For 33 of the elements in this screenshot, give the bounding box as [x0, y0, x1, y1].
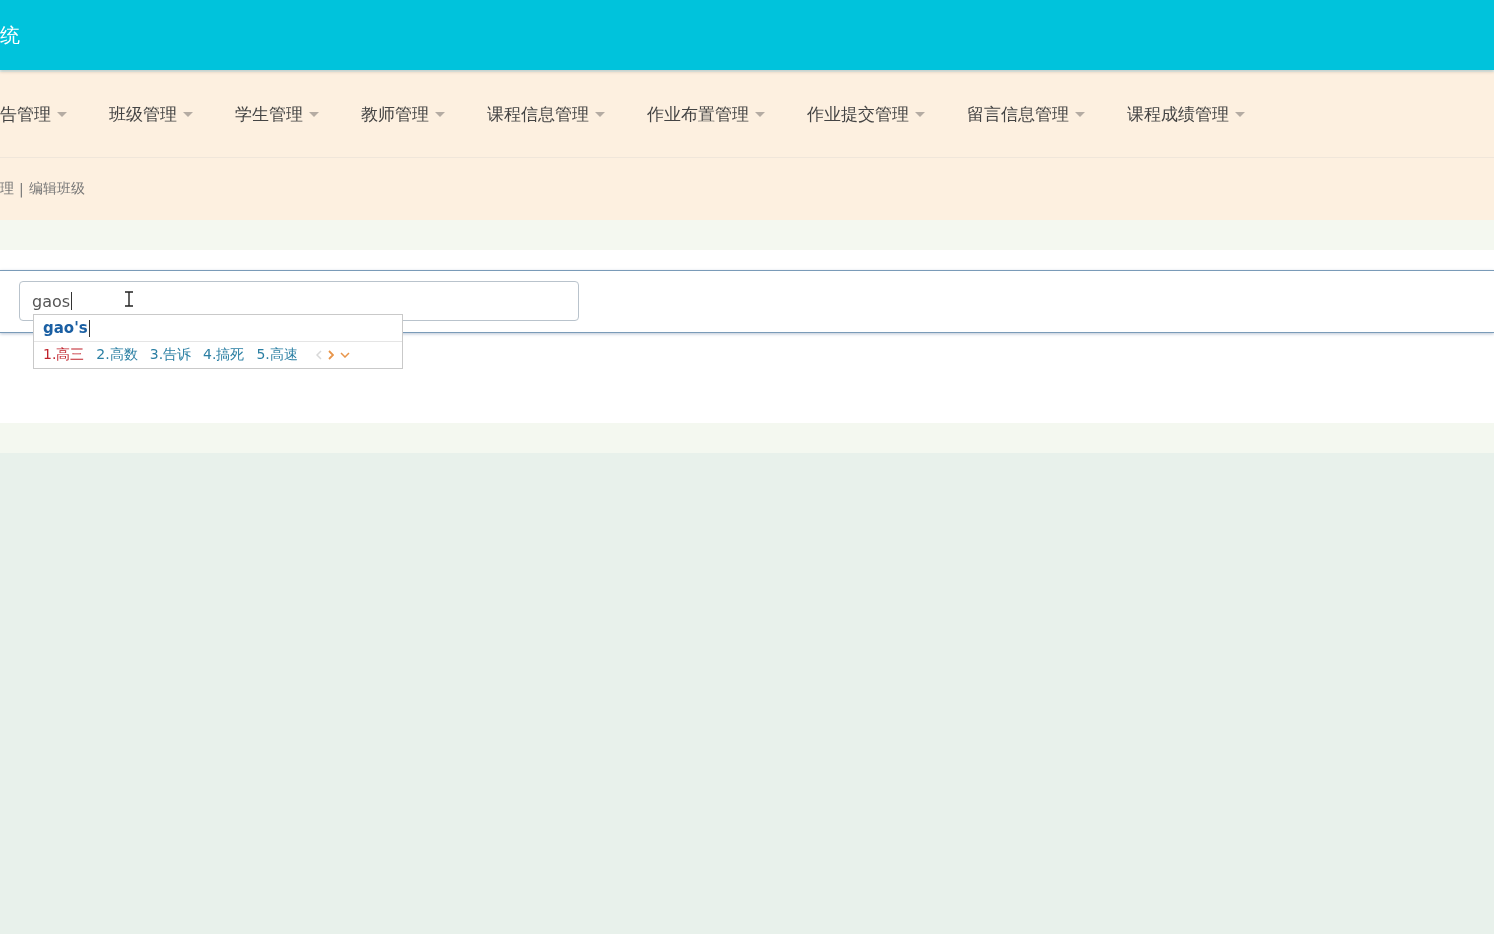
ime-candidate[interactable]: 3.告诉 [149, 346, 192, 364]
field-value: gaos [32, 291, 71, 311]
nav-menu[interactable]: 课程成绩管理 [1127, 103, 1245, 126]
nav-menu[interactable]: 作业布置管理 [647, 103, 765, 126]
caret-icon [755, 111, 765, 118]
nav-menu[interactable]: 学生管理 [235, 103, 319, 126]
caret-icon [1235, 111, 1245, 118]
previous-page-icon[interactable] [315, 350, 322, 360]
ime-candidate[interactable]: 5.高速 [256, 346, 298, 364]
nav-menu[interactable]: 课程信息管理 [487, 103, 605, 126]
caret-icon [1075, 111, 1085, 118]
nav-menu[interactable]: 作业提交管理 [807, 103, 925, 126]
nav-menu[interactable]: 班级管理 [109, 103, 193, 126]
ime-composition: gao's [43, 319, 88, 337]
nav-menu[interactable]: 教师管理 [361, 103, 445, 126]
caret-icon [595, 111, 605, 118]
ime-candidate[interactable]: 1.高三 [43, 346, 85, 364]
next-page-icon[interactable] [327, 350, 334, 360]
caret-icon [915, 111, 925, 118]
breadcrumb-separator: | [19, 181, 24, 197]
expand-icon[interactable] [339, 352, 350, 358]
breadcrumb-item[interactable]: 理 [0, 180, 14, 198]
breadcrumb-item: 编辑班级 [28, 180, 85, 198]
ime-candidate[interactable]: 4.搞死 [203, 346, 245, 364]
nav-menu[interactable]: 告管理 [0, 103, 67, 126]
caret-icon [435, 111, 445, 118]
ime-candidate[interactable]: 2.高数 [96, 346, 138, 364]
caret-icon [183, 111, 193, 118]
text-cursor-icon [124, 291, 134, 307]
caret-icon [57, 111, 67, 118]
caret-icon [309, 111, 319, 118]
app-title: 统 [0, 21, 20, 49]
nav-menu[interactable]: 留言信息管理 [967, 103, 1085, 126]
